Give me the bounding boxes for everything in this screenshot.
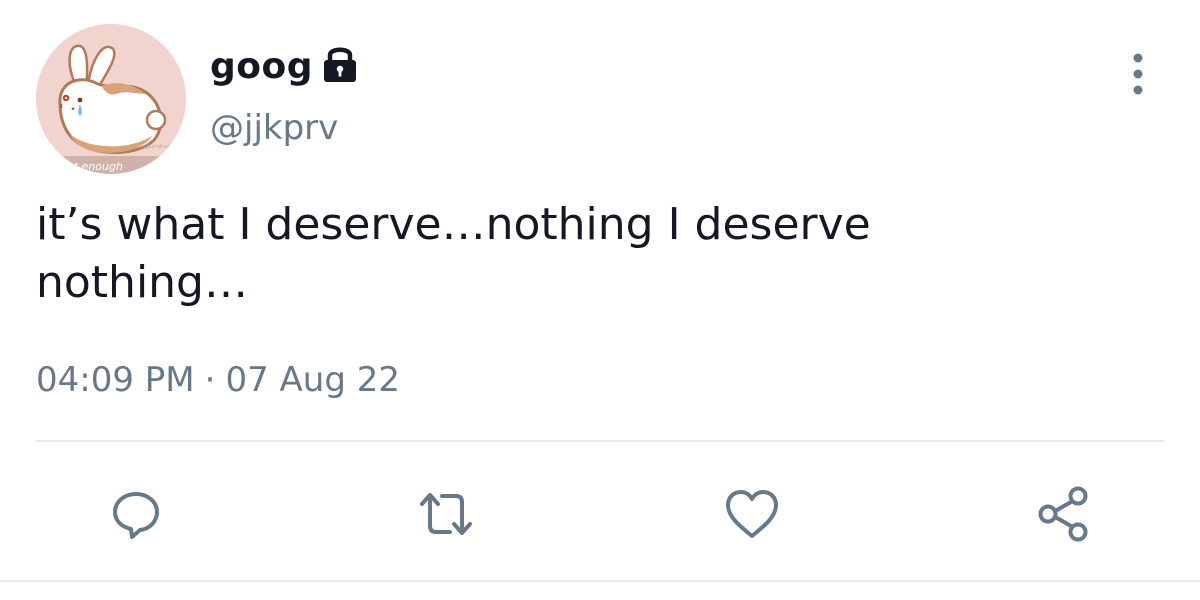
display-name-row[interactable]: goog [210, 40, 359, 92]
retweet-button[interactable] [416, 484, 476, 544]
timestamp[interactable]: 04:09 PM · 07 Aug 22 [36, 360, 400, 400]
lock-icon [321, 44, 359, 84]
like-button[interactable] [722, 484, 782, 544]
avatar-caption: not enough [60, 160, 123, 173]
bottom-divider [0, 580, 1200, 582]
tweet-date: 07 Aug 22 [225, 360, 400, 400]
tweet-time: 04:09 PM [36, 360, 195, 400]
share-icon [1038, 486, 1088, 542]
retweet-icon [420, 493, 472, 535]
tweet-text-line-2: nothing… [36, 257, 248, 308]
more-vertical-icon[interactable] [1124, 50, 1152, 100]
user-handle[interactable]: @jjkprv [210, 108, 338, 148]
divider [36, 440, 1164, 442]
avatar[interactable]: @cyndragon not enough [36, 24, 186, 174]
tweet-card: @cyndragon not enough goog @jjkprv it’s [0, 0, 1200, 600]
bunny-avatar-illustration: @cyndragon not enough [36, 24, 186, 174]
display-name[interactable]: goog [210, 46, 313, 87]
share-button[interactable] [1034, 484, 1094, 544]
reply-icon [113, 492, 159, 539]
reply-button[interactable] [106, 484, 166, 544]
tweet-text-line-1: it’s what I deserve…nothing I deserve [36, 199, 871, 250]
avatar-watermark: @cyndragon [144, 144, 176, 150]
timestamp-separator: · [204, 360, 216, 400]
tweet-text: it’s what I deserve…nothing I deserve no… [36, 196, 1136, 312]
heart-icon [726, 490, 778, 538]
